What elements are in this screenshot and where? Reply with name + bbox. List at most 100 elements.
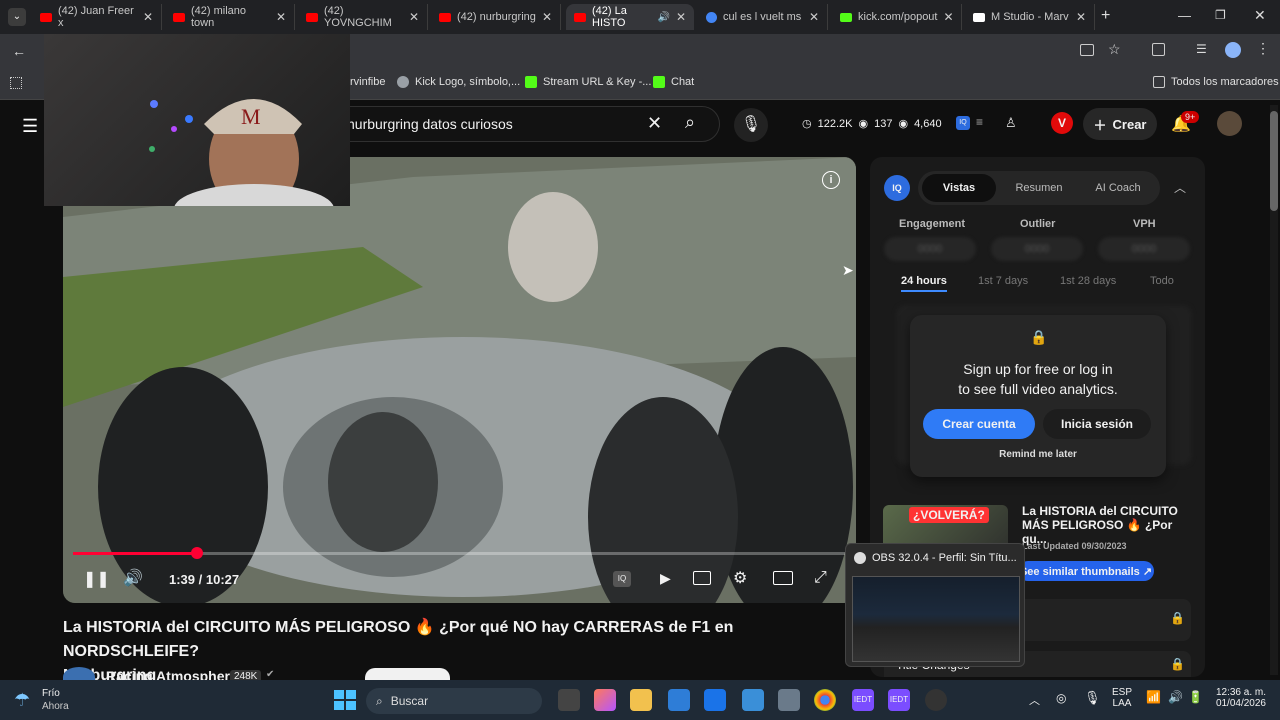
settings-gear-icon[interactable]: ⚙ bbox=[733, 568, 747, 588]
language-indicator[interactable]: ESP LAA bbox=[1112, 687, 1132, 709]
apps-icon[interactable] bbox=[10, 77, 22, 89]
collapse-chevron-icon[interactable]: ︿ bbox=[1174, 179, 1186, 196]
vidiq-player-icon[interactable]: IQ bbox=[613, 571, 631, 587]
tab-ai-coach[interactable]: AI Coach bbox=[1082, 174, 1154, 202]
info-icon[interactable]: i bbox=[822, 171, 840, 189]
tab-7[interactable]: kick.com/popout ✕ bbox=[832, 4, 962, 30]
menu-kebab-icon[interactable]: ⋮ bbox=[1256, 40, 1270, 57]
login-button[interactable]: Inicia sesión bbox=[1043, 409, 1151, 439]
app-icon[interactable] bbox=[704, 689, 726, 711]
trophy-icon[interactable]: ♙ bbox=[1005, 115, 1017, 131]
store-icon[interactable] bbox=[668, 689, 690, 711]
scrollbar[interactable] bbox=[1270, 105, 1278, 675]
tab-4[interactable]: (42) nurburgring ✕ bbox=[431, 4, 561, 30]
video-player[interactable]: i ❚❚ 🔊 1:39 / 10:27 IQ ▶ ⚙ ⤢ bbox=[63, 157, 856, 603]
related-title[interactable]: La HISTORIA del CIRCUITO MÁS PELIGROSO 🔥… bbox=[1022, 504, 1197, 546]
tab-2[interactable]: (42) milano town ✕ bbox=[165, 4, 295, 30]
range-28d[interactable]: 1st 28 days bbox=[1060, 275, 1116, 287]
all-bookmarks[interactable]: Todos los marcadores bbox=[1153, 76, 1279, 88]
tab-5-active[interactable]: (42) La HISTO 🔊 ✕ bbox=[566, 4, 694, 30]
vidiq-icon[interactable]: IQ bbox=[956, 116, 970, 130]
fullscreen-icon[interactable]: ⤢ bbox=[814, 569, 827, 587]
list-icon[interactable]: ≡ bbox=[976, 115, 983, 129]
back-icon[interactable]: ← bbox=[12, 43, 26, 59]
theater-mode-icon[interactable] bbox=[773, 571, 793, 585]
range-24h[interactable]: 24 hours bbox=[901, 275, 947, 292]
remind-later-link[interactable]: Remind me later bbox=[910, 449, 1166, 460]
edit-app-icon[interactable]: IEDT bbox=[852, 689, 874, 711]
tab-6[interactable]: cul es l vuelt ms ✕ bbox=[698, 4, 828, 30]
tab-1[interactable]: (42) Juan Freer x ✕ bbox=[32, 4, 162, 30]
extensions-icon[interactable] bbox=[1152, 43, 1165, 56]
teams-icon[interactable] bbox=[742, 689, 764, 711]
similar-thumbnails-button[interactable]: See similar thumbnails ↗ bbox=[1018, 561, 1154, 581]
clear-search-icon[interactable]: ✕ bbox=[647, 113, 662, 134]
tab-search-icon[interactable]: ⌄ bbox=[8, 8, 26, 26]
tab-label: Vistas bbox=[942, 182, 976, 194]
file-explorer-icon[interactable] bbox=[630, 689, 652, 711]
close-icon[interactable]: ✕ bbox=[542, 10, 552, 24]
search-icon[interactable]: ⌕ bbox=[685, 112, 695, 133]
autoplay-icon[interactable]: ▶ bbox=[660, 570, 671, 587]
copilot-icon[interactable] bbox=[594, 689, 616, 711]
new-tab-icon[interactable]: + bbox=[1101, 7, 1110, 25]
close-icon[interactable]: ✕ bbox=[676, 10, 686, 24]
window-close-icon[interactable]: ✕ bbox=[1254, 7, 1266, 24]
windows-start-icon[interactable] bbox=[334, 690, 356, 710]
bookmark-1[interactable]: rvinfibe bbox=[350, 76, 385, 88]
range-all[interactable]: Todo bbox=[1150, 275, 1174, 287]
task-view-icon[interactable] bbox=[558, 689, 580, 711]
bookmark-2[interactable]: Kick Logo, símbolo,... bbox=[397, 76, 520, 88]
mic-tray-icon[interactable]: 🎙 bbox=[1084, 690, 1101, 706]
search-input[interactable]: nurburgring datos curiosos bbox=[347, 116, 513, 132]
bookmark-4[interactable]: Chat bbox=[653, 76, 694, 88]
chevron-up-icon[interactable]: ︿ bbox=[1029, 692, 1040, 708]
network-app-icon[interactable]: ◎ bbox=[1056, 691, 1066, 705]
scrollbar-thumb[interactable] bbox=[1270, 111, 1278, 211]
volume-icon[interactable]: 🔊 bbox=[123, 568, 143, 588]
search-box[interactable]: nurburgring datos curiosos ✕ ⌕ bbox=[330, 106, 720, 142]
close-icon[interactable]: ✕ bbox=[809, 10, 819, 24]
obs-preview-popup[interactable]: OBS 32.0.4 - Perfil: Sin Títu... bbox=[845, 543, 1025, 667]
weather-icon[interactable]: ☂ bbox=[14, 690, 30, 711]
app-icon[interactable] bbox=[778, 689, 800, 711]
hamburger-menu-icon[interactable]: ☰ bbox=[22, 116, 38, 137]
media-icon[interactable]: ☰ bbox=[1196, 42, 1207, 56]
avatar[interactable] bbox=[1217, 111, 1242, 136]
pause-icon[interactable]: ❚❚ bbox=[83, 569, 110, 589]
speaker-icon[interactable]: 🔊 bbox=[657, 12, 669, 23]
range-7d[interactable]: 1st 7 days bbox=[978, 275, 1028, 287]
chrome-icon[interactable] bbox=[814, 689, 836, 711]
tab-vistas[interactable]: Vistas bbox=[922, 174, 996, 202]
obs-taskbar-icon[interactable] bbox=[925, 689, 947, 711]
clock[interactable]: 12:36 a. m. 01/04/2026 bbox=[1212, 687, 1266, 709]
create-account-button[interactable]: Crear cuenta bbox=[923, 409, 1035, 439]
tab-3[interactable]: (42) YOVNGCHIM ✕ bbox=[298, 4, 428, 30]
close-icon[interactable]: ✕ bbox=[1076, 10, 1086, 24]
install-icon[interactable] bbox=[1080, 44, 1094, 56]
battery-icon[interactable]: 🔋 bbox=[1188, 690, 1203, 704]
minimize-icon[interactable]: — bbox=[1178, 8, 1191, 23]
bookmark-3[interactable]: Stream URL & Key -... bbox=[525, 76, 651, 88]
tab-8[interactable]: M Studio - Marv ✕ bbox=[965, 4, 1095, 30]
v-extension-icon[interactable]: V bbox=[1051, 112, 1073, 134]
close-icon[interactable]: ✕ bbox=[276, 10, 286, 24]
close-icon[interactable]: ✕ bbox=[143, 10, 153, 24]
metric-value-blurred: 0000 bbox=[991, 237, 1083, 261]
profile-icon[interactable] bbox=[1225, 42, 1241, 58]
subtitles-icon[interactable] bbox=[693, 571, 711, 585]
scrubber-handle[interactable] bbox=[190, 547, 203, 559]
tab-resumen[interactable]: Resumen bbox=[1004, 174, 1074, 202]
close-icon[interactable]: ✕ bbox=[943, 10, 953, 24]
close-icon[interactable]: ✕ bbox=[409, 10, 419, 24]
volume-tray-icon[interactable]: 🔊 bbox=[1168, 690, 1183, 704]
taskbar-search[interactable]: ⌕ Buscar bbox=[366, 688, 542, 714]
mic-icon[interactable]: 🎙 bbox=[734, 108, 768, 142]
edit-app-icon-2[interactable]: IEDT bbox=[888, 689, 910, 711]
bookmark-star-icon[interactable]: ☆ bbox=[1108, 41, 1121, 58]
maximize-icon[interactable]: ❐ bbox=[1215, 8, 1226, 22]
create-button[interactable]: ＋ Crear bbox=[1083, 108, 1157, 140]
youtube-icon bbox=[574, 12, 586, 22]
progress-bar[interactable] bbox=[73, 552, 846, 555]
wifi-icon[interactable]: 📶 bbox=[1146, 690, 1161, 704]
